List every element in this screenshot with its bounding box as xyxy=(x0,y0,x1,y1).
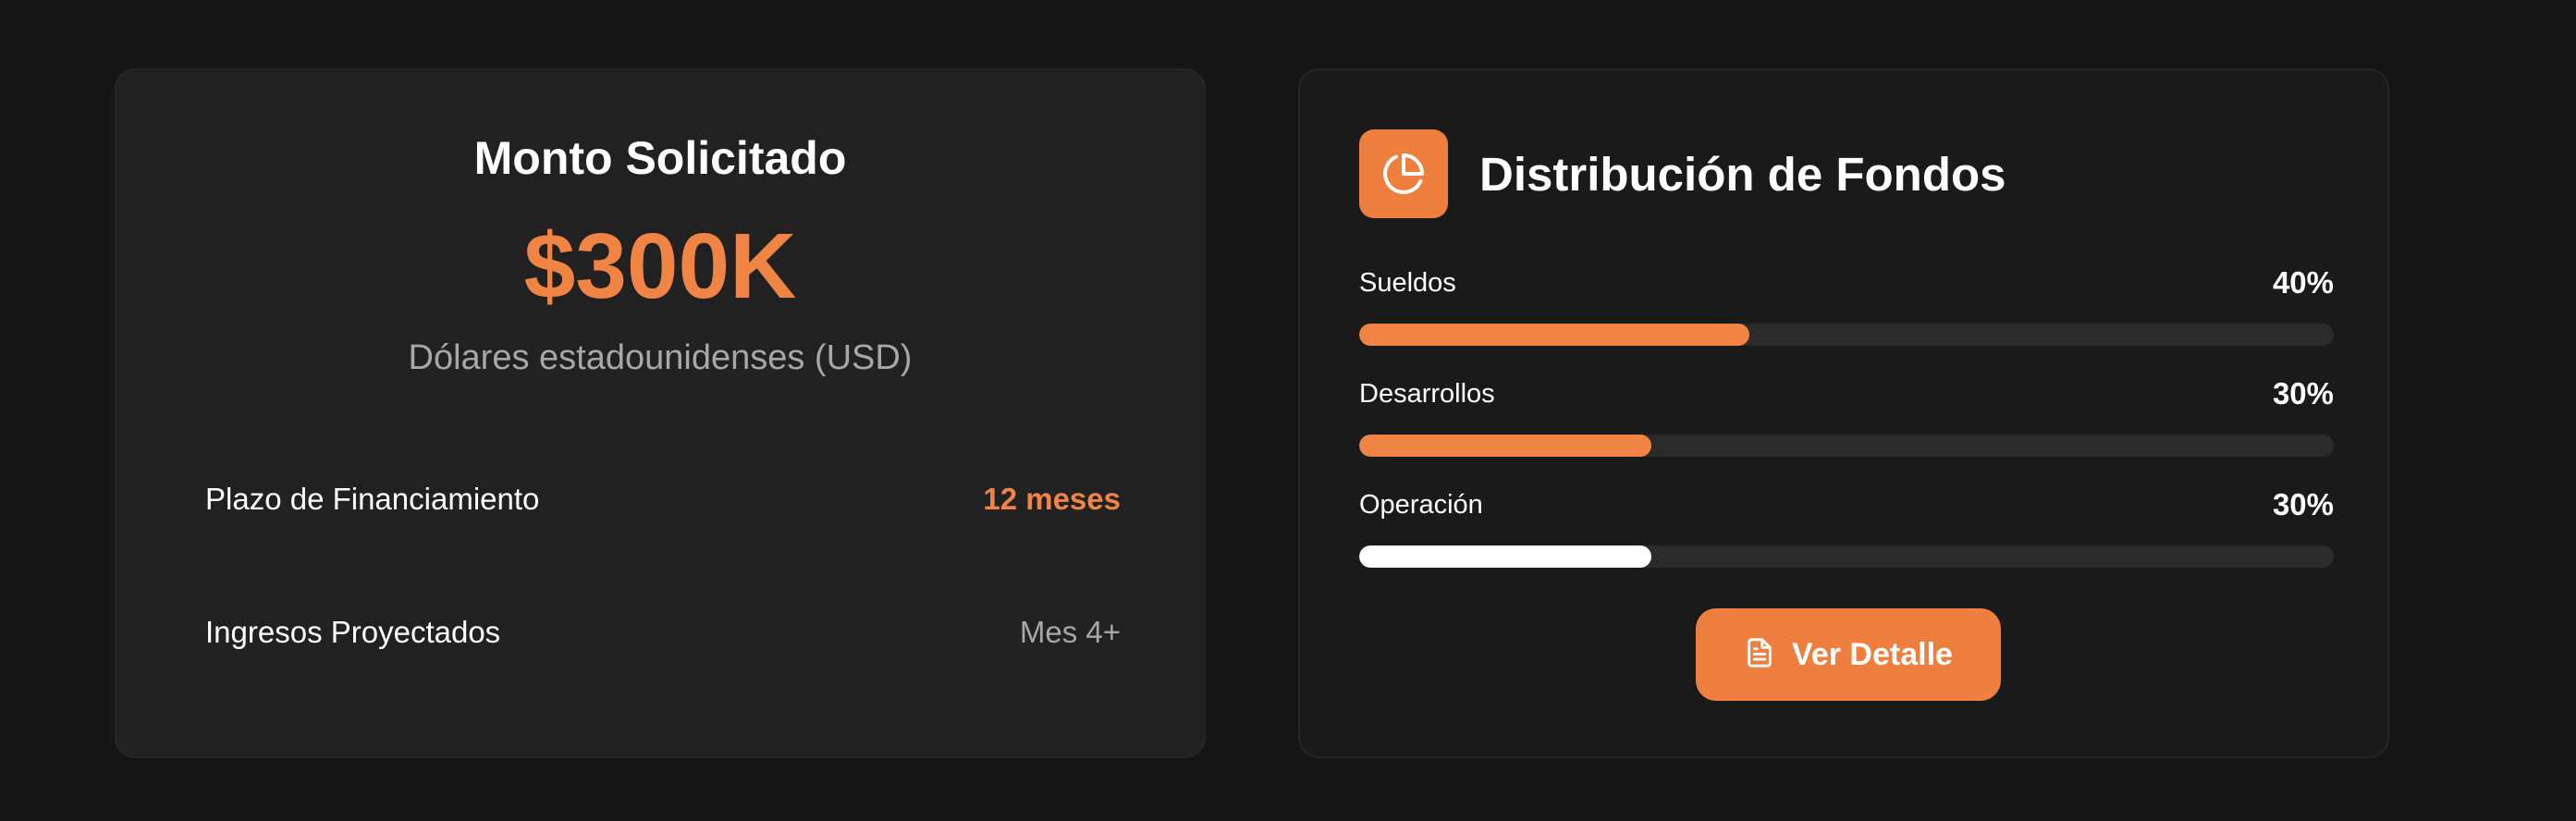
distribution-item-operation: Operación 30% xyxy=(1359,483,2334,594)
projected-income-label: Ingresos Proyectados xyxy=(205,615,501,649)
requested-amount-value: $300K xyxy=(523,214,797,318)
distribution-label: Operación xyxy=(1359,489,1483,520)
pie-chart-icon xyxy=(1359,129,1448,218)
document-icon xyxy=(1744,637,1775,673)
distribution-header: Distribución de Fondos xyxy=(1359,129,2006,218)
distribution-percent: 40% xyxy=(2272,265,2334,300)
requested-amount-card: Monto Solicitado $300K Dólares estadouni… xyxy=(115,68,1206,758)
view-detail-button[interactable]: Ver Detalle xyxy=(1696,608,2001,701)
distribution-title: Distribución de Fondos xyxy=(1479,147,2006,201)
distribution-label: Desarrollos xyxy=(1359,378,1495,409)
distribution-percent: 30% xyxy=(2272,376,2334,410)
distribution-label: Sueldos xyxy=(1359,267,1456,298)
requested-amount-title: Monto Solicitado xyxy=(473,132,847,184)
progress-track xyxy=(1359,435,2334,457)
progress-fill xyxy=(1359,435,1652,457)
progress-track xyxy=(1359,545,2334,568)
distribution-percent: 30% xyxy=(2272,487,2334,521)
progress-fill xyxy=(1359,324,1749,346)
distribution-item-developments: Desarrollos 30% xyxy=(1359,372,2334,483)
financing-term-value: 12 meses xyxy=(983,482,1121,516)
fund-distribution-card: Distribución de Fondos Sueldos 40% Desar… xyxy=(1298,68,2389,758)
projected-income-value: Mes 4+ xyxy=(1019,615,1121,649)
financing-term-label: Plazo de Financiamiento xyxy=(205,482,540,516)
financing-term-row: Plazo de Financiamiento 12 meses xyxy=(205,472,1121,527)
distribution-item-salaries: Sueldos 40% xyxy=(1359,261,2334,372)
progress-track xyxy=(1359,324,2334,346)
projected-income-row: Ingresos Proyectados Mes 4+ xyxy=(205,605,1121,660)
distribution-list: Sueldos 40% Desarrollos 30% Operación 30… xyxy=(1359,261,2334,594)
view-detail-label: Ver Detalle xyxy=(1792,636,1953,672)
currency-label: Dólares estadounidenses (USD) xyxy=(408,338,913,377)
page: Monto Solicitado $300K Dólares estadouni… xyxy=(0,0,2576,821)
progress-fill xyxy=(1359,545,1652,568)
